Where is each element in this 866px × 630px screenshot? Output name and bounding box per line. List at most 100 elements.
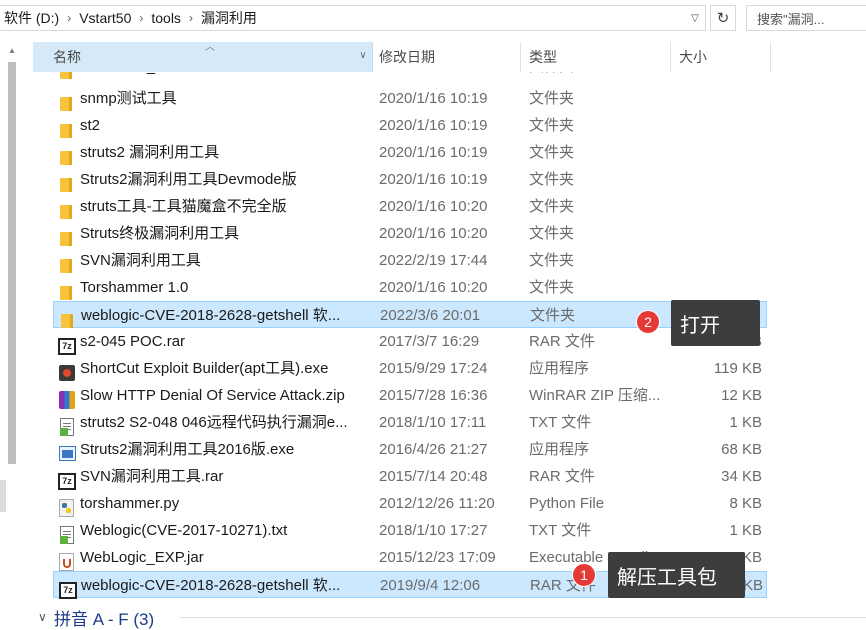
file-type: TXT 文件 xyxy=(529,414,592,431)
list-item[interactable]: Slow HTTP Denial Of Service Attack.zip 20… xyxy=(53,382,767,409)
file-type: TXT 文件 xyxy=(529,522,592,539)
file-date: 2022/3/6 20:01 xyxy=(380,307,481,324)
chevron-down-icon[interactable]: ▽ xyxy=(685,13,705,24)
list-item[interactable]: Torshammer 1.0 2020/1/16 10:20 文件夹 xyxy=(53,274,767,301)
file-date: 2015/7/28 16:36 xyxy=(379,387,488,404)
rar-icon: 7z xyxy=(57,577,77,599)
list-item[interactable]: 7zs2-045 POC.rar2017/3/7 16:29RAR 文件27 K… xyxy=(53,328,767,355)
file-date: 2020/1/16 10:19 xyxy=(379,72,519,80)
file-date: 2015/9/29 17:24 xyxy=(379,360,488,377)
file-type: 文件夹 xyxy=(529,144,575,161)
file-date: 2022/2/19 17:44 xyxy=(379,252,488,269)
file-name: struts2 S2-048 046远程代码执行漏洞e... xyxy=(80,414,348,431)
breadcrumb-tools[interactable]: tools xyxy=(147,10,185,26)
file-date: 2017/3/7 16:29 xyxy=(379,333,480,350)
navigation-scrollbar[interactable] xyxy=(8,62,16,464)
breadcrumb-current-folder[interactable]: 漏洞利用 xyxy=(197,8,261,28)
file-type: 文件夹 xyxy=(529,198,575,215)
file-type: 文件夹 xyxy=(529,90,575,107)
rar-icon: 7z xyxy=(56,468,76,490)
file-date: 2016/4/26 21:27 xyxy=(379,441,488,458)
chevron-right-icon[interactable]: › xyxy=(135,11,147,25)
list-item[interactable]: Struts终极漏洞利用工具 2020/1/16 10:20 文件夹 xyxy=(53,220,767,247)
file-date: 2020/1/16 10:20 xyxy=(379,198,488,215)
file-name: ShortCut Exploit Builder(apt工具).exe xyxy=(80,360,329,377)
list-item[interactable]: torshammer.py 2012/12/26 11:20 Python File… xyxy=(53,490,767,517)
file-type: 应用程序 xyxy=(529,360,590,377)
group-label: 拼音 A - F (3) xyxy=(54,609,155,629)
address-bar: 软件 (D:) › Vstart50 › tools › 漏洞利用 ▽ ↻ 搜索… xyxy=(0,0,866,38)
file-type: 文件夹 xyxy=(529,279,575,296)
folder-icon xyxy=(56,117,74,138)
breadcrumb[interactable]: 软件 (D:) › Vstart50 › tools › 漏洞利用 ▽ xyxy=(0,5,706,31)
folder-icon xyxy=(56,225,74,246)
annotation-callout: 打开 xyxy=(671,300,760,346)
jar-icon xyxy=(56,549,74,571)
list-item[interactable]: st2 2020/1/16 10:19 文件夹 xyxy=(53,112,767,139)
list-item[interactable]: ShortCut Exploit Builder(apt工具).exe 2015/… xyxy=(53,355,767,382)
folder-icon xyxy=(56,171,74,192)
list-item[interactable]: struts工具-工具猫魔盒不完全版 2020/1/16 10:20 文件夹 xyxy=(53,193,767,220)
breadcrumb-drive[interactable]: 软件 (D:) xyxy=(0,8,63,28)
file-type: 文件夹 xyxy=(529,225,575,242)
list-item[interactable]: Struts2漏洞利用工具Devmode版 2020/1/16 10:19 文件夹 xyxy=(53,166,767,193)
folder-icon xyxy=(56,144,74,165)
file-name: weblogic-CVE-2018-2628-getshell 软... xyxy=(81,307,341,324)
file-name: WebLogic_EXP.jar xyxy=(80,549,204,566)
search-input[interactable]: 搜索"漏洞... xyxy=(746,5,866,31)
file-date: 2018/1/10 17:27 xyxy=(379,522,488,539)
file-date: 2019/9/4 12:06 xyxy=(380,577,481,594)
file-date: 2015/7/14 20:48 xyxy=(379,468,488,485)
file-size: 119 KB xyxy=(713,360,762,377)
file-date: 2020/1/16 10:20 xyxy=(379,279,488,296)
column-date[interactable]: 修改日期 xyxy=(373,42,521,72)
file-date: 2020/1/16 10:20 xyxy=(379,225,488,242)
list-item[interactable]: 7z SVN漏洞利用工具.rar 2015/7/14 20:48 RAR 文件 34 K… xyxy=(53,463,767,490)
file-size: 1 KB xyxy=(729,522,762,539)
txt-icon xyxy=(56,522,74,544)
list-item[interactable]: Weblogic(CVE-2017-10271).txt 2018/1/10 17… xyxy=(53,517,767,544)
column-name[interactable]: ︿ 名称 ∨ xyxy=(33,42,373,72)
file-name: Torshammer 1.0 xyxy=(80,279,189,296)
file-name: feDunGUI_0.1 xyxy=(80,72,364,80)
file-date: 2020/1/16 10:19 xyxy=(379,144,488,161)
list-item[interactable]: snmp测试工具 2020/1/16 10:19 文件夹 xyxy=(53,85,767,112)
column-type[interactable]: 类型 xyxy=(521,42,671,72)
column-size[interactable]: 大小 xyxy=(671,42,771,72)
list-item[interactable]: struts2 S2-048 046远程代码执行漏洞e... 2018/1/10 … xyxy=(53,409,767,436)
window-icon xyxy=(56,441,76,461)
list-item[interactable]: Struts2漏洞利用工具2016版.exe 2016/4/26 21:27 应用程… xyxy=(53,436,767,463)
folder-icon xyxy=(56,72,74,79)
file-type: Python File xyxy=(529,495,605,512)
file-size xyxy=(673,112,762,139)
file-size: 12 KB xyxy=(721,387,762,404)
file-size xyxy=(673,220,762,247)
breadcrumb-vstart50[interactable]: Vstart50 xyxy=(75,10,135,26)
group-header[interactable]: ∨ 拼音 A - F (3) xyxy=(38,604,154,630)
file-name: snmp测试工具 xyxy=(80,90,177,107)
file-date: 2020/1/16 10:19 xyxy=(379,117,488,134)
file-type: 文件夹 xyxy=(529,252,575,269)
file-size xyxy=(673,85,762,112)
file-name: torshammer.py xyxy=(80,495,180,512)
chevron-right-icon[interactable]: › xyxy=(185,11,197,25)
file-name: Struts2漏洞利用工具2016版.exe xyxy=(80,441,295,458)
file-name: st2 xyxy=(80,117,101,134)
file-name: Slow HTTP Denial Of Service Attack.zip xyxy=(80,387,345,404)
refresh-icon[interactable]: ↻ xyxy=(710,5,736,31)
file-date: 2018/1/10 17:11 xyxy=(379,414,487,431)
folder-icon xyxy=(57,307,75,328)
chevron-right-icon[interactable]: › xyxy=(63,11,75,25)
step-badge: 2 xyxy=(636,310,660,334)
file-date: 2020/1/16 10:19 xyxy=(379,171,488,188)
file-type: 应用程序 xyxy=(529,441,590,458)
file-type: 文件夹 xyxy=(529,72,669,80)
chevron-down-icon[interactable]: ∨ xyxy=(356,50,370,61)
list-item[interactable]: weblogic-CVE-2018-2628-getshell 软... 2022… xyxy=(53,301,767,328)
folder-icon xyxy=(56,279,74,300)
list-item[interactable]: SVN漏洞利用工具 2022/2/19 17:44 文件夹 xyxy=(53,247,767,274)
chevron-down-icon[interactable]: ∨ xyxy=(38,610,54,624)
list-item[interactable]: struts2 漏洞利用工具 2020/1/16 10:19 文件夹 xyxy=(53,139,767,166)
list-item[interactable]: feDunGUI_0.1 2020/1/16 10:19 文件夹 xyxy=(53,72,767,80)
scroll-up-icon[interactable]: ▲ xyxy=(4,46,20,58)
